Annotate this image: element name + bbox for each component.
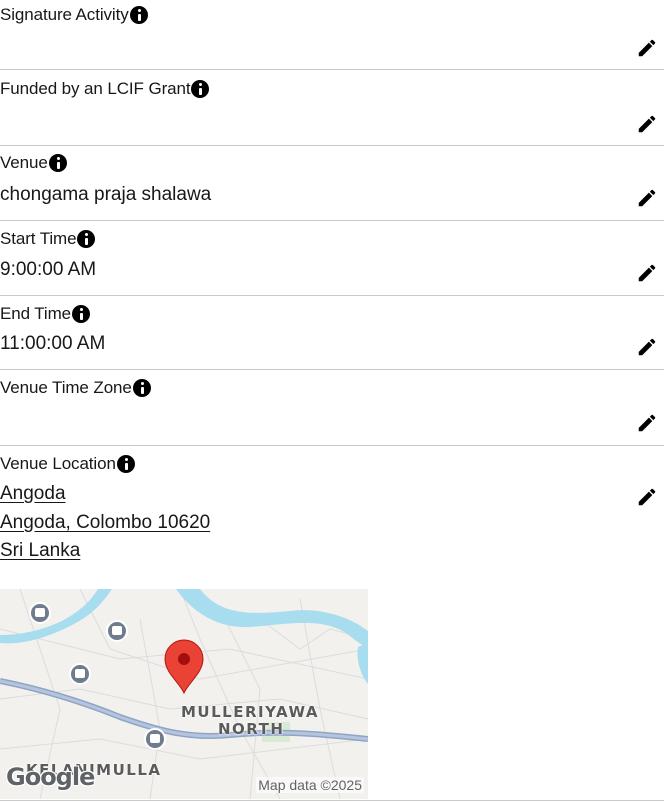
field-label: Venue Time Zone bbox=[0, 378, 132, 397]
field-value: 11:00:00 AM bbox=[0, 333, 106, 354]
pencil-icon bbox=[638, 115, 656, 133]
edit-signature-activity-button[interactable] bbox=[636, 37, 658, 59]
edit-end-time-button[interactable] bbox=[636, 336, 658, 358]
address-street-link[interactable]: Angoda bbox=[0, 483, 66, 505]
edit-venue-time-zone-button[interactable] bbox=[636, 412, 658, 434]
edit-start-time-button[interactable] bbox=[636, 262, 658, 284]
info-icon[interactable] bbox=[72, 305, 91, 323]
info-icon[interactable] bbox=[77, 230, 96, 248]
info-icon[interactable] bbox=[48, 154, 67, 172]
edit-funded-by-lcif-grant-button[interactable] bbox=[636, 113, 658, 135]
field-label-row: Venue bbox=[0, 152, 67, 174]
address-city-link[interactable]: Angoda, Colombo 10620 bbox=[0, 512, 210, 534]
field-value: 9:00:00 AM bbox=[0, 259, 97, 280]
field-label-row: Funded by an LCIF Grant bbox=[0, 78, 210, 100]
field-label-row: Venue Time Zone bbox=[0, 377, 151, 399]
info-icon[interactable] bbox=[191, 80, 210, 98]
field-funded-by-lcif-grant: Funded by an LCIF Grant bbox=[0, 70, 664, 146]
field-label-row: End Time bbox=[0, 303, 91, 325]
info-icon[interactable] bbox=[129, 6, 148, 24]
address-country-link[interactable]: Sri Lanka bbox=[0, 540, 80, 562]
edit-venue-location-button[interactable] bbox=[636, 486, 658, 508]
map-area-label-mulleriyawa: MULLERIYAWA bbox=[181, 703, 319, 721]
field-label: Venue Location bbox=[0, 454, 116, 473]
field-label: Signature Activity bbox=[0, 5, 129, 24]
field-label: End Time bbox=[0, 304, 72, 323]
google-logo: Google bbox=[6, 763, 95, 791]
field-venue: Venue chongama praja shalawa bbox=[0, 146, 664, 221]
bus-stop-icon bbox=[144, 728, 166, 750]
field-label: Venue bbox=[0, 153, 48, 172]
pencil-icon bbox=[638, 39, 656, 57]
map-pin-icon[interactable] bbox=[164, 639, 204, 695]
pencil-icon bbox=[638, 414, 656, 432]
map-attribution[interactable]: Map data ©2025 bbox=[256, 777, 364, 793]
field-venue-time-zone: Venue Time Zone bbox=[0, 370, 664, 446]
bus-stop-icon bbox=[29, 602, 51, 624]
bus-stop-icon bbox=[106, 620, 128, 642]
venue-map[interactable]: MULLERIYAWA NORTH KELANIMULLA Google Map… bbox=[0, 589, 368, 799]
field-label: Funded by an LCIF Grant bbox=[0, 79, 191, 98]
field-value: chongama praja shalawa bbox=[0, 184, 212, 205]
field-label-row: Venue Location bbox=[0, 453, 135, 475]
pencil-icon bbox=[638, 189, 656, 207]
field-signature-activity: Signature Activity bbox=[0, 0, 664, 70]
pencil-icon bbox=[638, 488, 656, 506]
info-icon[interactable] bbox=[132, 379, 151, 397]
bus-stop-icon bbox=[69, 663, 91, 685]
field-end-time: End Time 11:00:00 AM bbox=[0, 296, 664, 370]
edit-venue-button[interactable] bbox=[636, 187, 658, 209]
info-icon[interactable] bbox=[116, 455, 135, 473]
field-label-row: Start Time bbox=[0, 228, 96, 250]
pencil-icon bbox=[638, 264, 656, 282]
pencil-icon bbox=[638, 338, 656, 356]
field-label-row: Signature Activity bbox=[0, 4, 148, 26]
field-label: Start Time bbox=[0, 229, 77, 248]
map-area-label-north: NORTH bbox=[218, 720, 285, 738]
field-start-time: Start Time 9:00:00 AM bbox=[0, 221, 664, 296]
